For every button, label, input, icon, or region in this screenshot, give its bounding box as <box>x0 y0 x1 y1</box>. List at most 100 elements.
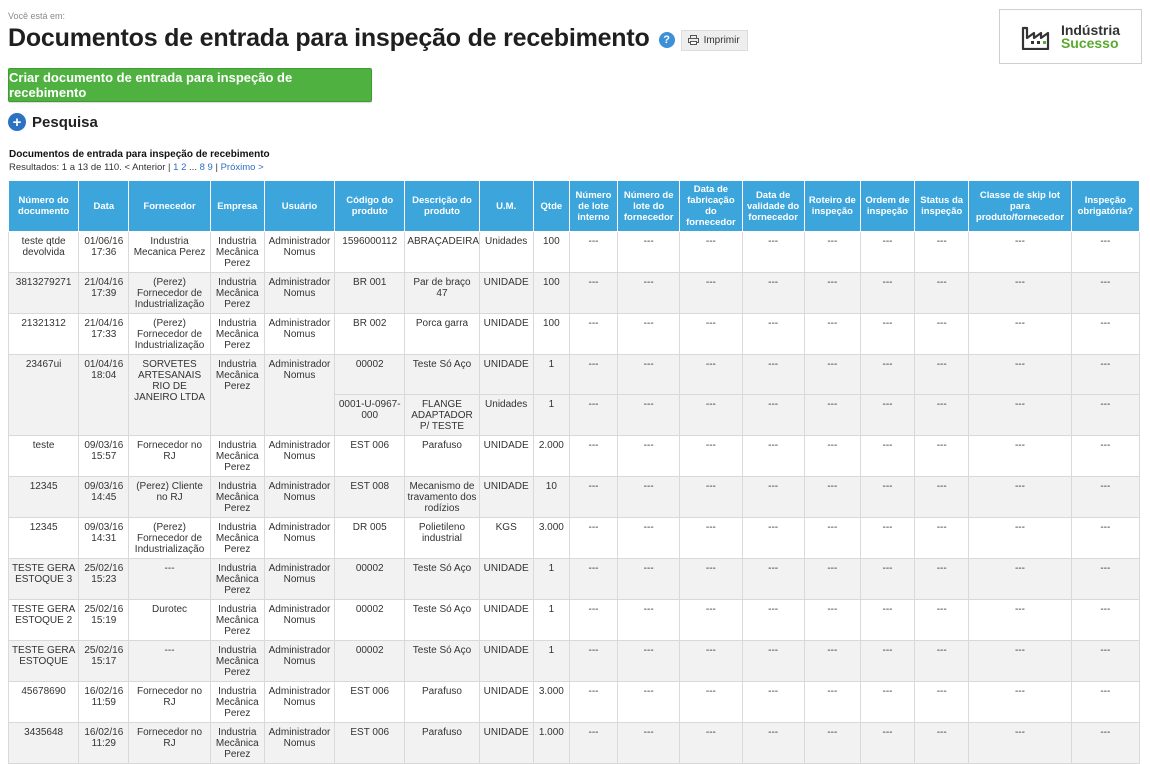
cell: Teste Só Aço <box>404 558 480 600</box>
cell: 00002 <box>334 558 406 600</box>
cell-document-number[interactable]: 3435648 <box>7 722 80 764</box>
col-header[interactable]: Número de lote interno <box>568 180 619 232</box>
cell: --- <box>859 476 916 518</box>
cell: FLANGE ADAPTADOR P/ TESTE <box>404 394 480 436</box>
table-row[interactable]: teste qtde devolvida 01/06/16 17:36 Indust… <box>7 231 1141 273</box>
cell-document-number[interactable]: 12345 <box>7 517 80 559</box>
col-header[interactable]: Roteiro de inspeção <box>803 180 861 232</box>
cell: Industria Mecânica Perez <box>209 558 265 600</box>
cell: --- <box>568 640 619 682</box>
print-button[interactable]: Imprimir <box>680 29 748 51</box>
cell-document-number[interactable]: TESTE GERA ESTOQUE 2 <box>7 599 80 641</box>
cell: --- <box>617 681 681 723</box>
col-header[interactable]: U.M. <box>478 180 534 232</box>
cell: 1 <box>532 640 570 682</box>
cell-document-number[interactable]: 21321312 <box>7 313 80 355</box>
table-row[interactable]: 12345 09/03/16 14:31 (Perez) Fornecedor de… <box>7 517 1141 559</box>
cell: BR 001 <box>334 272 406 314</box>
table-row[interactable]: 3435648 16/02/16 11:29 Fornecedor no RJ Ind… <box>7 722 1141 764</box>
documents-table: Número do documento Data Fornecedor Empr… <box>7 180 1141 764</box>
print-button-label: Imprimir <box>703 34 740 46</box>
cell: --- <box>914 231 970 273</box>
create-inspection-document-button[interactable]: Criar documento de entrada para inspeção… <box>8 68 372 102</box>
search-toggle[interactable]: + Pesquisa <box>8 113 98 131</box>
col-header[interactable]: Descrição do produto <box>404 180 480 232</box>
col-header[interactable]: Código do produto <box>334 180 406 232</box>
cell: --- <box>1070 640 1141 682</box>
cell: 3.000 <box>532 681 570 723</box>
table-row[interactable]: TESTE GERA ESTOQUE 2 25/02/16 15:19 Durote… <box>7 599 1141 641</box>
table-row[interactable]: 23467ui 01/04/16 18:04 SORVETES ARTESANAIS… <box>7 354 1141 436</box>
table-row[interactable]: 12345 09/03/16 14:45 (Perez) Cliente no RJ… <box>7 476 1141 518</box>
cell: Industria Mecânica Perez <box>209 640 265 682</box>
cell: 25/02/16 15:23 <box>78 558 130 600</box>
cell: UNIDADE <box>478 599 534 641</box>
cell: --- <box>968 272 1072 314</box>
col-header[interactable]: Qtde <box>532 180 570 232</box>
col-header[interactable]: Inspeção obrigatória? <box>1070 180 1141 232</box>
table-row[interactable]: 21321312 21/04/16 17:33 (Perez) Fornecedor… <box>7 313 1141 355</box>
cell: Unidades <box>478 394 534 436</box>
cell: UNIDADE <box>478 558 534 600</box>
table-row[interactable]: TESTE GERA ESTOQUE 25/02/16 15:17 --- Indus… <box>7 640 1141 682</box>
col-header[interactable]: Data <box>78 180 130 232</box>
cell: (Perez) Fornecedor de Industrialização <box>128 517 211 559</box>
cell: --- <box>679 517 743 559</box>
col-header[interactable]: Número de lote do fornecedor <box>617 180 681 232</box>
cell: --- <box>617 722 681 764</box>
cell: UNIDADE <box>478 640 534 682</box>
cell-document-number[interactable]: 23467ui <box>7 354 80 436</box>
col-header[interactable]: Data de fabricação do fornecedor <box>679 180 743 232</box>
cell-document-number[interactable]: teste qtde devolvida <box>7 231 80 273</box>
cell: Administrador Nomus <box>263 231 336 273</box>
cell: --- <box>968 640 1072 682</box>
col-header[interactable]: Classe de skip lot para produto/forneced… <box>968 180 1072 232</box>
plus-icon: + <box>8 113 26 131</box>
cell: --- <box>568 394 619 436</box>
cell: --- <box>803 354 861 395</box>
cell: 25/02/16 15:19 <box>78 599 130 641</box>
cell-document-number[interactable]: TESTE GERA ESTOQUE <box>7 640 80 682</box>
cell: --- <box>617 476 681 518</box>
cell: --- <box>679 640 743 682</box>
cell: --- <box>803 231 861 273</box>
cell: 100 <box>532 313 570 355</box>
cell: --- <box>679 681 743 723</box>
col-header[interactable]: Fornecedor <box>128 180 211 232</box>
cell: --- <box>128 558 211 600</box>
table-row[interactable]: TESTE GERA ESTOQUE 3 25/02/16 15:23 --- Ind… <box>7 558 1141 600</box>
col-header[interactable]: Usuário <box>263 180 336 232</box>
col-header[interactable]: Data de validade do fornecedor <box>741 180 805 232</box>
cell: --- <box>741 435 805 477</box>
logo-line-2: Sucesso <box>1060 34 1119 51</box>
cell-document-number[interactable]: 12345 <box>7 476 80 518</box>
table-row[interactable]: teste 09/03/16 15:57 Fornecedor no RJ Indus… <box>7 435 1141 477</box>
page-8-link[interactable]: 8 <box>200 162 205 173</box>
cell: EST 006 <box>334 722 406 764</box>
table-row[interactable]: 45678690 16/02/16 11:59 Fornecedor no RJ In… <box>7 681 1141 723</box>
col-header[interactable]: Ordem de inspeção <box>859 180 916 232</box>
table-row[interactable]: 3813279271 21/04/16 17:39 (Perez) Forneced… <box>7 272 1141 314</box>
col-header[interactable]: Empresa <box>209 180 265 232</box>
page-1-link[interactable]: 1 <box>173 162 178 173</box>
cell: --- <box>741 681 805 723</box>
page-2-link[interactable]: 2 <box>181 162 186 173</box>
cell-document-number[interactable]: teste <box>7 435 80 477</box>
col-header[interactable]: Status da inspeção <box>914 180 970 232</box>
cell-document-number[interactable]: 3813279271 <box>7 272 80 314</box>
cell-document-number[interactable]: TESTE GERA ESTOQUE 3 <box>7 558 80 600</box>
cell: Industria Mecânica Perez <box>209 231 265 273</box>
cell: --- <box>741 313 805 355</box>
cell: --- <box>968 599 1072 641</box>
title-row: Documentos de entrada para inspeção de r… <box>8 24 748 53</box>
cell: --- <box>741 354 805 395</box>
cell: --- <box>1070 272 1141 314</box>
cell: --- <box>1070 722 1141 764</box>
next-page-link[interactable]: Próximo > <box>221 162 264 173</box>
cell-document-number[interactable]: 45678690 <box>7 681 80 723</box>
cell: --- <box>679 722 743 764</box>
cell: Administrador Nomus <box>263 681 336 723</box>
help-icon[interactable]: ? <box>658 32 675 48</box>
col-header[interactable]: Número do documento <box>7 180 80 232</box>
cell: --- <box>859 681 916 723</box>
